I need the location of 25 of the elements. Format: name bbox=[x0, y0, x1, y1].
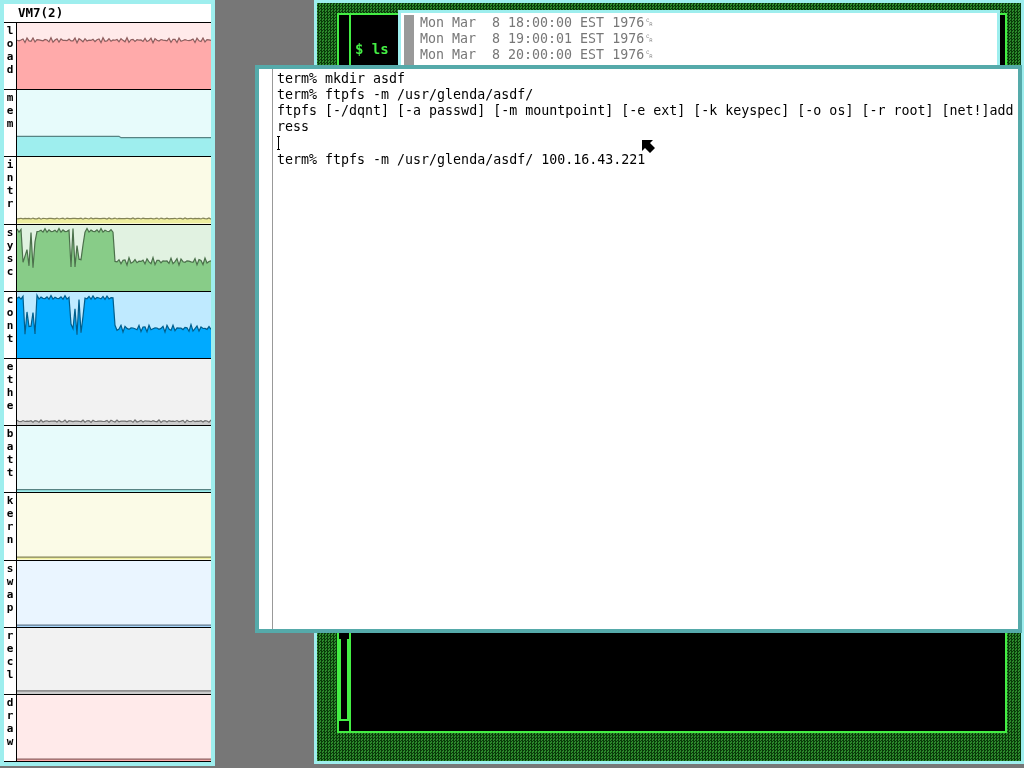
graph-label: swap bbox=[6, 560, 14, 616]
terminal-line: term% ftpfs -m /usr/glenda/asdf/ 100.16.43.221 bbox=[277, 152, 647, 168]
graph-label: draw bbox=[6, 694, 14, 750]
terminal-line: term% mkdir asdf bbox=[277, 71, 407, 87]
graph-label: batt bbox=[6, 426, 14, 482]
terminal-line: ftpfs [-/dqnt] [-a passwd] [-m mountpoint] [-e ext] [-k keyspec] [-o os] [-r root] [net!]add bbox=[277, 103, 1014, 119]
graph-label: load bbox=[6, 23, 14, 78]
graph-label: recl bbox=[6, 627, 14, 683]
scroll-bar[interactable] bbox=[404, 15, 414, 67]
terminal-line: $ ls bbox=[355, 41, 389, 57]
graph-label: intr bbox=[6, 157, 14, 213]
graph-label: mem bbox=[6, 90, 14, 133]
scroll-thumb[interactable] bbox=[339, 639, 349, 721]
date-line: Mon Mar 8 20:00:00 EST 1976␍ bbox=[420, 47, 655, 63]
graph-label: ethe bbox=[6, 358, 14, 414]
date-line: Mon Mar 8 18:00:00 EST 1976␍ bbox=[420, 15, 655, 31]
arrow-pointer-icon bbox=[640, 138, 656, 154]
window-title: VM7(2) bbox=[4, 4, 211, 23]
graph-label: sysc bbox=[6, 224, 14, 280]
terminal-line: term% ftpfs -m /usr/glenda/asdf/ bbox=[277, 87, 535, 103]
graph-label: cont bbox=[6, 291, 14, 347]
terminal-line: ress bbox=[277, 119, 311, 135]
date-line: Mon Mar 8 19:00:01 EST 1976␍ bbox=[420, 31, 655, 47]
graph-label: kern bbox=[6, 493, 14, 549]
text-cursor-icon bbox=[277, 136, 280, 150]
